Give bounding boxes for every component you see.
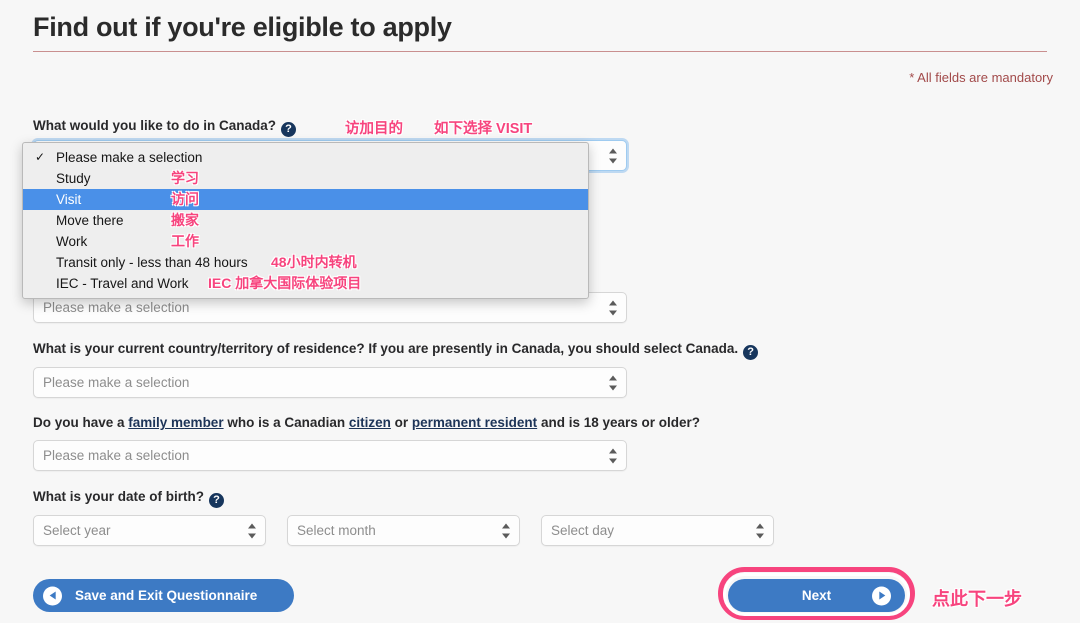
help-icon[interactable]: ? xyxy=(743,345,759,360)
dropdown-option-annotation: 访问 xyxy=(171,191,199,207)
select-birth-day[interactable]: Select day xyxy=(541,515,774,546)
question-label-family-member: Do you have a family member who is a Can… xyxy=(33,415,700,430)
stepper-arrows-icon xyxy=(609,447,618,464)
dropdown-option-annotation: 工作 xyxy=(171,233,199,249)
mandatory-fields-note: * All fields are mandatory xyxy=(909,70,1053,85)
question-label-date-of-birth: What is your date of birth?? xyxy=(33,489,224,508)
select-birth-year[interactable]: Select year xyxy=(33,515,266,546)
annotation-click-next: 点此下一步 xyxy=(932,589,1022,609)
dropdown-option[interactable]: Visit 访问 xyxy=(23,189,588,210)
select-residence[interactable]: Please make a selection xyxy=(33,367,627,398)
stepper-arrows-icon xyxy=(502,522,511,539)
dropdown-option-label: Visit xyxy=(56,192,82,207)
q3-part-4: or xyxy=(390,415,412,430)
q3-part-0: Do you have a xyxy=(33,415,129,430)
next-button[interactable]: Next xyxy=(728,579,905,612)
select-residence-value: Please make a selection xyxy=(43,375,190,390)
link-permanent-resident[interactable]: permanent resident xyxy=(412,415,537,430)
stepper-arrows-icon xyxy=(248,522,257,539)
dropdown-option[interactable]: Study 学习 xyxy=(23,168,588,189)
stepper-arrows-icon xyxy=(756,522,765,539)
dropdown-option[interactable]: ✓ Please make a selection xyxy=(23,147,588,168)
question-label-residence: What is your current country/territory o… xyxy=(33,341,759,360)
dropdown-option[interactable]: Move there 搬家 xyxy=(23,210,588,231)
select-birth-year-value: Select year xyxy=(43,523,111,538)
dropdown-activity-options[interactable]: ✓ Please make a selection Study 学习 Visit… xyxy=(22,142,589,299)
title-divider xyxy=(33,51,1047,52)
dropdown-option-annotation: IEC 加拿大国际体验项目 xyxy=(208,275,362,291)
dropdown-option[interactable]: Transit only - less than 48 hours 48小时内转… xyxy=(23,252,588,273)
select-birth-month[interactable]: Select month xyxy=(287,515,520,546)
stepper-arrows-icon xyxy=(609,299,618,316)
help-icon[interactable]: ? xyxy=(209,493,224,508)
save-and-exit-button[interactable]: Save and Exit Questionnaire xyxy=(33,579,294,612)
dropdown-option[interactable]: Work 工作 xyxy=(23,231,588,252)
annotation-purpose-of-visit: 访加目的 xyxy=(345,121,403,137)
question-label-activity: What would you like to do in Canada?? xyxy=(33,118,296,137)
dropdown-option-label: Work xyxy=(56,234,88,249)
page-title: Find out if you're eligible to apply xyxy=(33,12,452,42)
dropdown-option-label: Please make a selection xyxy=(56,150,203,165)
dropdown-option-label: Transit only - less than 48 hours xyxy=(56,255,248,270)
link-citizen[interactable]: citizen xyxy=(349,415,391,430)
stepper-arrows-icon xyxy=(609,374,618,391)
dropdown-option-annotation: 48小时内转机 xyxy=(271,254,357,270)
arrow-left-icon xyxy=(43,586,62,605)
dropdown-option-annotation: 学习 xyxy=(171,170,199,186)
select-family-member-value: Please make a selection xyxy=(43,448,190,463)
select-birth-month-value: Select month xyxy=(297,523,376,538)
check-icon: ✓ xyxy=(35,150,46,164)
question-text-activity: What would you like to do in Canada? xyxy=(33,118,276,133)
dropdown-option-label: Move there xyxy=(56,213,124,228)
question-text-residence: What is your current country/territory o… xyxy=(33,341,739,356)
dropdown-option[interactable]: IEC - Travel and Work IEC 加拿大国际体验项目 xyxy=(23,273,588,294)
arrow-right-icon xyxy=(872,586,891,605)
q3-part-2: who is a Canadian xyxy=(223,415,349,430)
question-text-date-of-birth: What is your date of birth? xyxy=(33,489,204,504)
dropdown-option-annotation: 搬家 xyxy=(171,212,199,228)
save-and-exit-label: Save and Exit Questionnaire xyxy=(75,588,258,603)
dropdown-option-label: IEC - Travel and Work xyxy=(56,276,189,291)
dropdown-option-label: Study xyxy=(56,171,91,186)
select-birth-day-value: Select day xyxy=(551,523,615,538)
stepper-arrows-icon xyxy=(609,147,618,164)
q3-part-6: and is 18 years or older? xyxy=(537,415,701,430)
help-icon[interactable]: ? xyxy=(281,122,296,137)
link-family-member[interactable]: family member xyxy=(128,415,223,430)
annotation-choose-visit: 如下选择 VISIT xyxy=(434,121,533,137)
select-family-member[interactable]: Please make a selection xyxy=(33,440,627,471)
